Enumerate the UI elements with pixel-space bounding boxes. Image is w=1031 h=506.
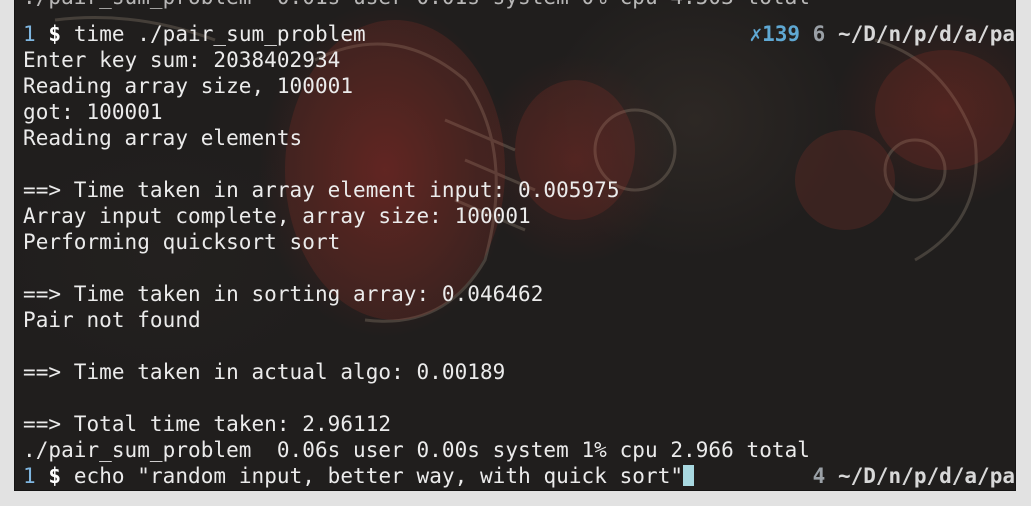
output-line: Reading array elements <box>23 126 303 150</box>
job-count: 4 <box>812 464 826 488</box>
output-line: ==> Time taken in sorting array: 0.04646… <box>23 282 544 306</box>
exit-status: 1 <box>23 22 36 46</box>
command-input[interactable]: echo "random input, better way, with qui… <box>74 464 683 488</box>
output-line: ==> Time taken in actual algo: 0.00189 <box>23 360 506 384</box>
output-line: Array input complete, array size: 100001 <box>23 204 531 228</box>
prompt-symbol: $ <box>48 464 62 488</box>
terminal-window[interactable]: ./pair_sum_problem 0.01s user 0.01s syst… <box>15 0 1015 490</box>
output-line: Performing quicksort sort <box>23 230 341 254</box>
job-count: 6 <box>812 22 826 46</box>
output-line: got: 100001 <box>23 100 163 124</box>
prompt-symbol: $ <box>48 22 62 46</box>
output-line: Enter key sum: 2038402934 <box>23 48 341 72</box>
command-text: time ./pair_sum_problem <box>73 22 366 46</box>
output-line: ==> Total time taken: 2.96112 <box>23 412 392 436</box>
exit-status: 1 <box>23 464 36 488</box>
prompt-right-status-2: 4 ~/D/n/p/d/a/pa <box>813 463 1015 489</box>
prompt-right-status-1: ✗139 6 ~/D/n/p/d/a/pa <box>749 21 1015 47</box>
command-prompt-1[interactable]: 1 $ time ./pair_sum_problem <box>23 21 366 47</box>
scrolled-output-line: ./pair_sum_problem 0.01s user 0.01s syst… <box>23 0 810 10</box>
text-cursor <box>683 465 695 486</box>
current-directory: ~/D/n/p/d/a/pa <box>837 22 1015 46</box>
output-line: ==> Time taken in array element input: 0… <box>23 178 620 202</box>
command-prompt-2[interactable]: 1 $ echo "random input, better way, with… <box>23 463 695 489</box>
output-line: Pair not found <box>23 308 201 332</box>
output-line: Reading array size, 100001 <box>23 74 354 98</box>
current-directory: ~/D/n/p/d/a/pa <box>837 464 1015 488</box>
output-line: ./pair_sum_problem 0.06s user 0.00s syst… <box>23 438 810 462</box>
error-indicator: ✗139 <box>749 22 801 46</box>
